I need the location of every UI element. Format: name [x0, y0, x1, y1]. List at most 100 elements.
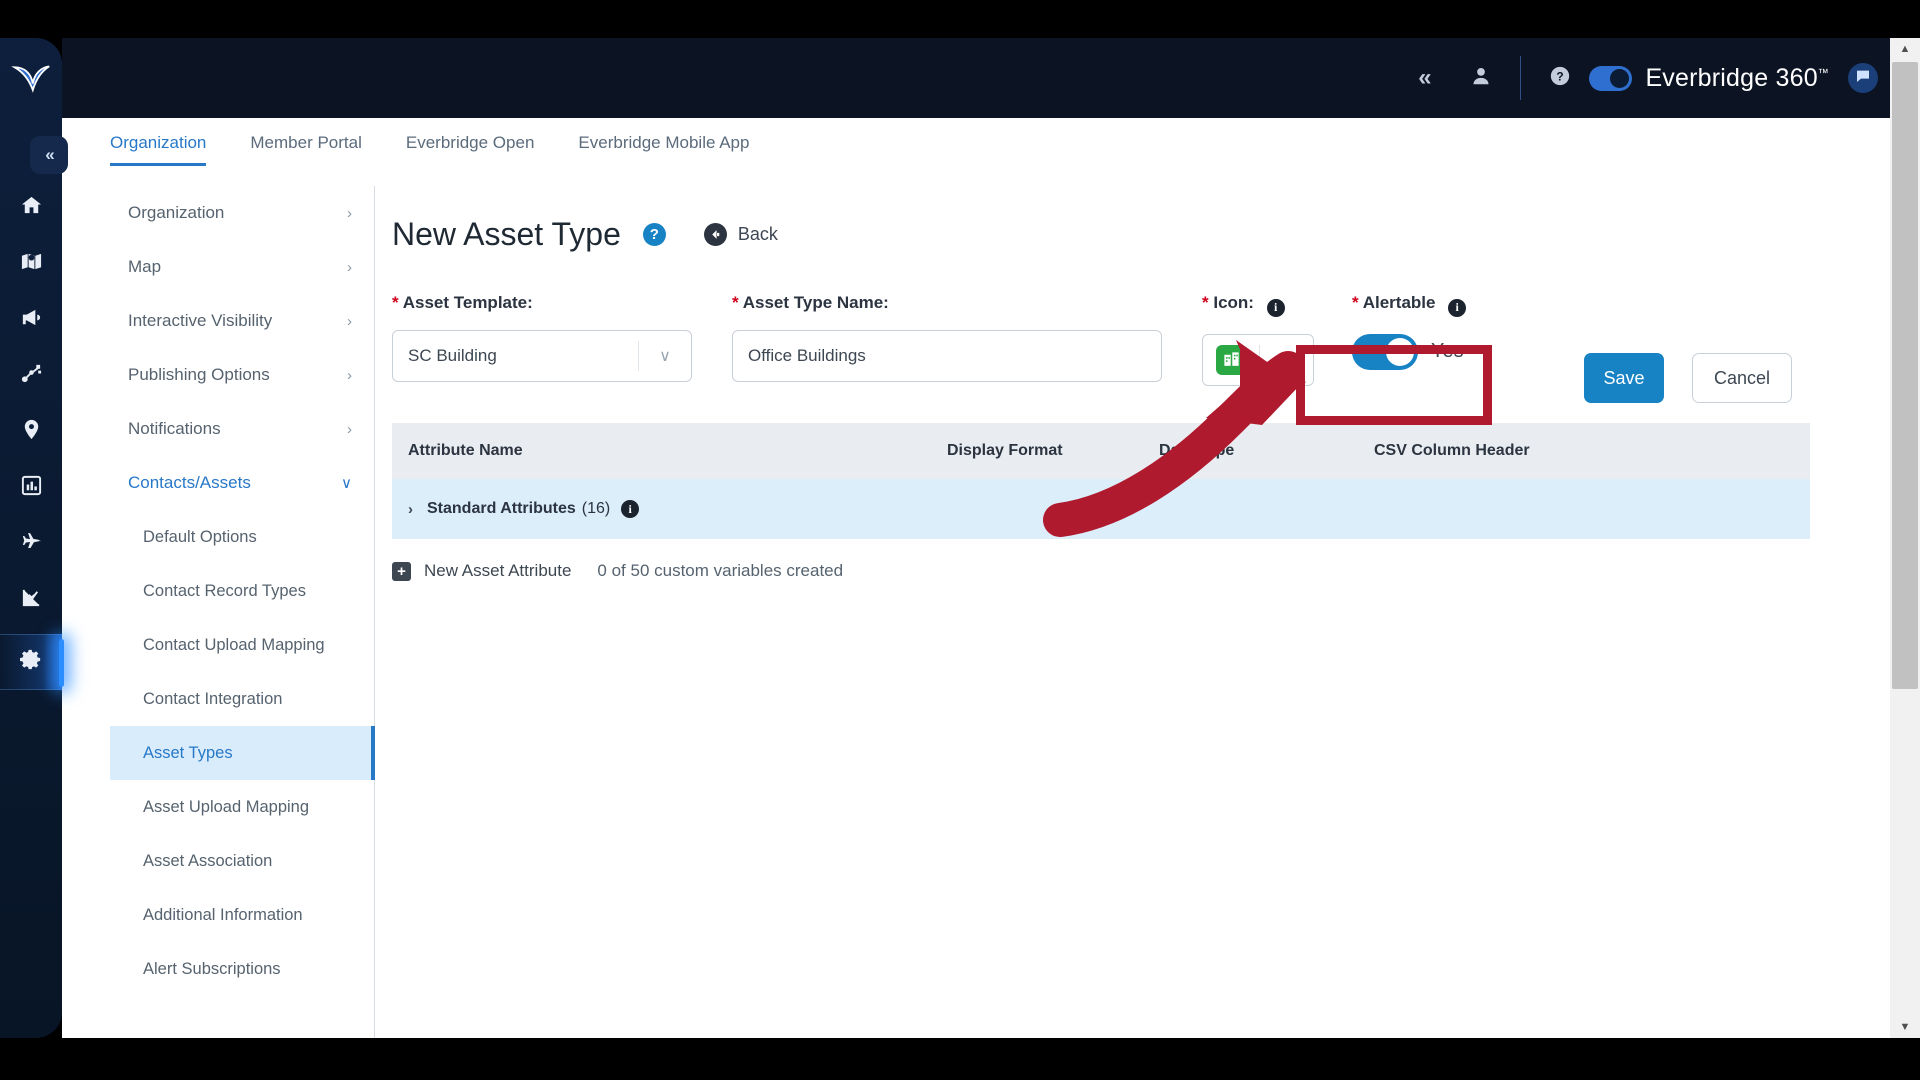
brand-area[interactable]: Everbridge 360™ — [1589, 63, 1884, 93]
sidebar-item-additional-information[interactable]: Additional Information — [110, 888, 374, 942]
icon-picker-divider — [1259, 344, 1260, 375]
rail-item-incidents[interactable] — [0, 348, 62, 404]
required-asterisk: * — [732, 293, 739, 312]
new-asset-attribute-button[interactable]: New Asset Attribute — [424, 561, 571, 581]
sidebar-item-alert-subscriptions[interactable]: Alert Subscriptions — [110, 942, 374, 996]
user-account-button[interactable] — [1452, 38, 1510, 118]
asset-template-field: * Asset Template: SC Building ∨ — [392, 293, 692, 382]
sidebar-item-label: Contact Record Types — [143, 581, 306, 600]
sidebar-item-contact-upload-mapping[interactable]: Contact Upload Mapping — [110, 618, 374, 672]
building-icon — [1216, 344, 1246, 375]
custom-variables-counter: 0 of 50 custom variables created — [597, 561, 844, 580]
info-icon[interactable]: i — [1448, 298, 1467, 317]
attributes-table: Attribute Name Display Format Data Type … — [392, 423, 1810, 539]
column-header-csv-column-header: CSV Column Header — [1374, 442, 1530, 459]
nav-group-organization[interactable]: Organization › — [110, 186, 374, 240]
asset-template-select[interactable]: SC Building ∨ — [392, 330, 692, 382]
content-canvas: Organization Member Portal Everbridge Op… — [62, 118, 1890, 1038]
chevron-right-icon: › — [347, 366, 352, 384]
chevron-right-icon: › — [347, 258, 352, 276]
megaphone-icon — [20, 306, 43, 334]
travel-plane-icon — [20, 530, 43, 558]
chevron-right-icon: › — [347, 204, 352, 222]
scrollbar-thumb[interactable] — [1892, 62, 1918, 689]
scroll-up-arrow[interactable]: ▲ — [1890, 38, 1920, 60]
brand-name: Everbridge 360™ — [1645, 64, 1829, 93]
rail-item-notifications[interactable] — [0, 292, 62, 348]
sidebar-item-contact-integration[interactable]: Contact Integration — [110, 672, 374, 726]
tab-everbridge-open[interactable]: Everbridge Open — [384, 133, 557, 166]
field-label-text: Asset Type Name: — [742, 293, 889, 312]
help-button[interactable]: ? — [1531, 38, 1589, 118]
back-label: Back — [737, 224, 778, 244]
save-button[interactable]: Save — [1584, 336, 1664, 403]
rail-item-travel[interactable] — [0, 516, 62, 572]
letterbox-bottom — [0, 1038, 1920, 1080]
brand-mode-toggle[interactable] — [1589, 65, 1633, 91]
icon-label: * Icon: i — [1202, 293, 1314, 317]
nav-group-label: Interactive Visibility — [128, 311, 273, 330]
everbridge-logo[interactable] — [11, 60, 51, 96]
header-collapse-button[interactable]: « — [1394, 38, 1452, 118]
map-icon — [20, 250, 43, 278]
brand-label: Everbridge 360 — [1645, 63, 1818, 92]
application-window: « « ? Everbridge 360™ Organization Membe… — [0, 0, 1920, 1080]
standard-attributes-count: (16) — [581, 500, 611, 517]
sidebar-item-contact-record-types[interactable]: Contact Record Types — [110, 564, 374, 618]
trademark-mark: ™ — [1817, 67, 1829, 80]
asset-type-name-value: Office Buildings — [748, 346, 866, 365]
rail-collapse-button[interactable]: « — [30, 136, 68, 174]
nav-group-label: Contacts/Assets — [128, 473, 251, 492]
nav-group-publishing-options[interactable]: Publishing Options › — [110, 348, 374, 402]
nav-group-notifications[interactable]: Notifications › — [110, 402, 374, 456]
rail-item-locations[interactable] — [0, 404, 62, 460]
page-help-icon[interactable]: ? — [642, 223, 666, 246]
column-header-display-format: Display Format — [947, 442, 1063, 459]
rail-item-analytics[interactable] — [0, 572, 62, 628]
sidebar-item-label: Contact Integration — [143, 689, 283, 708]
nav-group-contacts-assets[interactable]: Contacts/Assets ∨ — [110, 456, 374, 510]
asset-type-name-input[interactable]: Office Buildings — [732, 330, 1162, 382]
required-asterisk: * — [1202, 293, 1209, 312]
svg-text:?: ? — [1557, 69, 1564, 83]
cancel-button[interactable]: Cancel — [1692, 336, 1792, 403]
rail-item-home[interactable] — [0, 180, 62, 236]
standard-attributes-label: Standard Attributes — [427, 500, 576, 517]
plus-icon[interactable]: + — [392, 561, 411, 581]
top-header-bar: « ? Everbridge 360™ — [62, 38, 1890, 118]
sidebar-item-label: Alert Subscriptions — [143, 959, 281, 978]
sidebar-item-asset-types[interactable]: Asset Types — [110, 726, 375, 780]
asset-template-label: * Asset Template: — [392, 293, 692, 313]
incident-flow-icon — [20, 362, 43, 390]
tab-member-portal[interactable]: Member Portal — [228, 133, 383, 166]
scroll-down-arrow[interactable]: ▼ — [1890, 1016, 1920, 1038]
chevron-right-icon[interactable]: › — [408, 501, 413, 518]
back-button[interactable]: Back — [703, 223, 778, 246]
sidebar-item-label: Contact Upload Mapping — [143, 635, 325, 654]
rail-item-map[interactable] — [0, 236, 62, 292]
page-title: New Asset Type — [392, 216, 621, 252]
rail-item-reports[interactable] — [0, 460, 62, 516]
table-row[interactable]: › Standard Attributes (16) i — [392, 479, 1810, 539]
tab-everbridge-mobile-app[interactable]: Everbridge Mobile App — [556, 133, 771, 166]
page-scrollbar[interactable]: ▲ ▼ — [1890, 38, 1920, 1038]
tab-organization[interactable]: Organization — [110, 133, 228, 166]
reports-icon — [20, 474, 43, 502]
sidebar-item-asset-upload-mapping[interactable]: Asset Upload Mapping — [110, 780, 374, 834]
sidebar-item-asset-association[interactable]: Asset Association — [110, 834, 374, 888]
letterbox-top — [0, 0, 1920, 38]
help-icon: ? — [1549, 65, 1571, 92]
chat-button[interactable] — [1848, 63, 1878, 93]
sidebar-item-default-options[interactable]: Default Options — [110, 510, 374, 564]
nav-group-interactive-visibility[interactable]: Interactive Visibility › — [110, 294, 374, 348]
nav-group-map[interactable]: Map › — [110, 240, 374, 294]
sidebar-item-label: Asset Types — [143, 743, 233, 762]
chat-icon — [1855, 68, 1871, 89]
annotation-highlight-box — [1296, 345, 1492, 425]
rail-item-settings[interactable] — [0, 634, 64, 690]
info-icon[interactable]: i — [621, 500, 640, 518]
asset-type-name-field: * Asset Type Name: Office Buildings — [732, 293, 1162, 382]
info-icon[interactable]: i — [1266, 298, 1285, 317]
column-header-data-type: Data Type — [1159, 442, 1235, 459]
global-nav-rail: « — [0, 38, 68, 1038]
